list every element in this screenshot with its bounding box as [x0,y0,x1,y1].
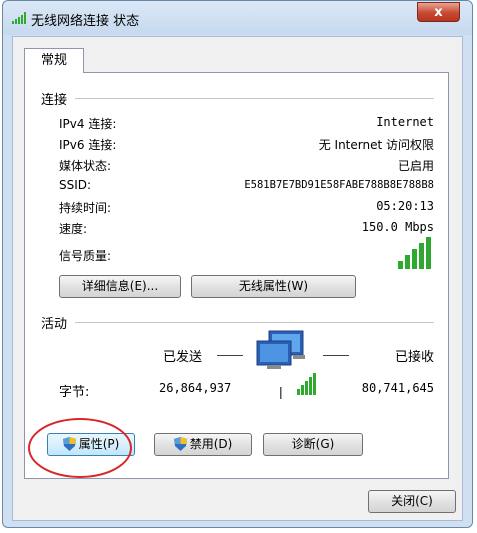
close-dialog-button[interactable]: 关闭(C) [368,490,456,513]
title-bar[interactable]: 无线网络连接 状态 x [3,1,472,35]
bytes-sent-value: 26,864,937 [159,381,232,395]
network-computers-icon [256,330,316,399]
duration-value: 05:20:13 [376,199,434,213]
received-label: 已接收 [394,350,434,365]
media-state-label: 媒体状态: [59,159,112,173]
bytes-received-value: 80,741,645 [361,381,434,395]
ssid-value: E581B7E7BD91E58FABE788B8E788B8 [244,179,434,191]
media-state-value: 已启用 [397,159,434,173]
speed-value: 150.0 Mbps [361,220,434,234]
activity-group-title: 活动 [41,317,68,332]
duration-label: 持续时间: [59,201,112,215]
highlight-annotation [28,418,132,478]
ipv4-label: IPv4 连接: [59,117,117,131]
sent-line [217,355,243,356]
uac-shield-icon [173,437,187,451]
connection-group-title: 连接 [41,93,68,108]
ipv6-label: IPv6 连接: [59,138,117,152]
signal-strength-icon [398,237,431,269]
sent-label: 已发送 [163,350,203,365]
window-title: 无线网络连接 状态 [31,14,140,29]
ipv4-value: Internet [376,115,434,129]
activity-group-divider [75,322,434,323]
wireless-signal-icon [12,12,26,24]
speed-label: 速度: [59,222,88,236]
close-window-button[interactable]: x [417,2,460,22]
details-button[interactable]: 详细信息(E)... [59,275,181,298]
ssid-label: SSID: [59,178,92,192]
tab-general[interactable]: 常规 [24,48,84,73]
diagnose-button[interactable]: 诊断(G) [263,433,363,456]
bytes-label: 字节: [59,385,90,400]
received-line [323,355,349,356]
wireless-properties-button[interactable]: 无线属性(W) [191,275,356,298]
signal-quality-label: 信号质量: [59,249,112,263]
ipv6-value: 无 Internet 访问权限 [318,138,434,152]
connection-group-divider [75,98,434,99]
disable-button[interactable]: 禁用(D) [154,433,252,456]
disable-button-label: 禁用(D) [189,437,233,451]
